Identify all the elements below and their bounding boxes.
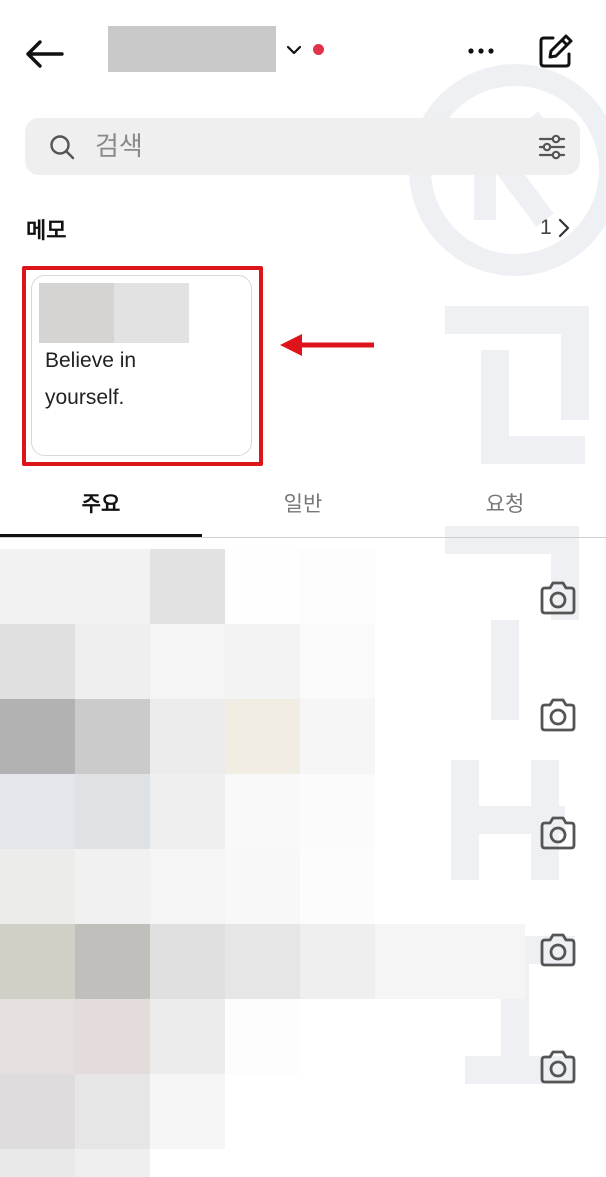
- redacted-pixel: [225, 924, 300, 999]
- tab-primary[interactable]: 주요: [0, 470, 202, 536]
- redacted-pixel: [0, 849, 75, 924]
- search-icon: [50, 135, 75, 160]
- tab-general[interactable]: 일반: [202, 470, 404, 536]
- redacted-pixel: [150, 924, 225, 999]
- redacted-pixel: [150, 699, 225, 774]
- compose-edit-icon: [539, 34, 573, 68]
- account-name-redacted[interactable]: [108, 26, 276, 72]
- redacted-pixel: [150, 1074, 225, 1149]
- camera-icon[interactable]: [538, 580, 578, 616]
- redacted-pixel: [75, 999, 150, 1074]
- memo-count: 1: [540, 216, 552, 239]
- memo-card[interactable]: Believe in yourself.: [31, 275, 252, 456]
- more-horizontal-icon: [468, 48, 494, 54]
- redacted-pixel: [300, 774, 375, 849]
- redacted-pixel: [225, 624, 300, 699]
- notification-dot: [313, 44, 324, 55]
- redacted-pixel: [300, 549, 375, 624]
- inbox-tabs: 주요 일반 요청: [0, 470, 606, 538]
- search-input[interactable]: [95, 118, 515, 175]
- redacted-pixel: [225, 774, 300, 849]
- redacted-pixel: [300, 699, 375, 774]
- redacted-pixel: [75, 549, 150, 624]
- new-message-button[interactable]: [535, 32, 575, 72]
- tab-divider: [0, 537, 606, 538]
- memo-count-link[interactable]: 1: [540, 216, 570, 240]
- conversation-list-redacted[interactable]: [0, 549, 525, 1177]
- redacted-pixel: [375, 924, 450, 999]
- chevron-right-icon: [558, 218, 569, 238]
- chevron-down-icon: [286, 45, 302, 55]
- memo-note-line: Believe in: [45, 349, 137, 372]
- redacted-pixel: [225, 699, 300, 774]
- redacted-pixel: [75, 1074, 150, 1149]
- camera-icon[interactable]: [538, 1049, 578, 1085]
- tab-requests[interactable]: 요청: [404, 470, 606, 536]
- redacted-pixel: [150, 549, 225, 624]
- redacted-pixel: [150, 624, 225, 699]
- redacted-pixel: [75, 849, 150, 924]
- top-bar: [0, 0, 606, 105]
- annotation-arrow-icon: [280, 334, 374, 356]
- redacted-pixel: [75, 774, 150, 849]
- redacted-pixel: [0, 774, 75, 849]
- memo-avatar-redacted: [39, 283, 114, 343]
- redacted-pixel: [300, 624, 375, 699]
- redacted-pixel: [225, 999, 300, 1074]
- redacted-pixel: [150, 849, 225, 924]
- redacted-pixel: [0, 1074, 75, 1149]
- memo-note-line: yourself.: [45, 386, 125, 409]
- redacted-pixel: [300, 849, 375, 924]
- redacted-pixel: [150, 999, 225, 1074]
- back-button[interactable]: [22, 32, 66, 76]
- redacted-pixel: [75, 624, 150, 699]
- redacted-pixel: [150, 774, 225, 849]
- redacted-pixel: [0, 1149, 75, 1177]
- redacted-pixel: [75, 1149, 150, 1177]
- search-bar[interactable]: [25, 118, 580, 175]
- memo-avatar-redacted: [114, 283, 189, 343]
- memo-section-title: 메모: [26, 219, 67, 244]
- redacted-pixel: [0, 624, 75, 699]
- redacted-pixel: [225, 549, 300, 624]
- camera-icon[interactable]: [538, 932, 578, 968]
- redacted-pixel: [0, 924, 75, 999]
- redacted-pixel: [0, 549, 75, 624]
- redacted-pixel: [450, 924, 525, 999]
- more-options-button[interactable]: [462, 36, 500, 66]
- redacted-pixel: [300, 924, 375, 999]
- filter-sliders-icon[interactable]: [537, 132, 567, 162]
- camera-icon[interactable]: [538, 697, 578, 733]
- redacted-pixel: [75, 699, 150, 774]
- memo-note-text: Believe in yourself.: [45, 342, 235, 416]
- redacted-pixel: [0, 699, 75, 774]
- redacted-pixel: [0, 999, 75, 1074]
- camera-icon[interactable]: [538, 815, 578, 851]
- redacted-pixel: [225, 849, 300, 924]
- redacted-pixel: [75, 924, 150, 999]
- account-switch-dropdown[interactable]: [283, 38, 305, 62]
- arrow-left-icon: [26, 40, 64, 68]
